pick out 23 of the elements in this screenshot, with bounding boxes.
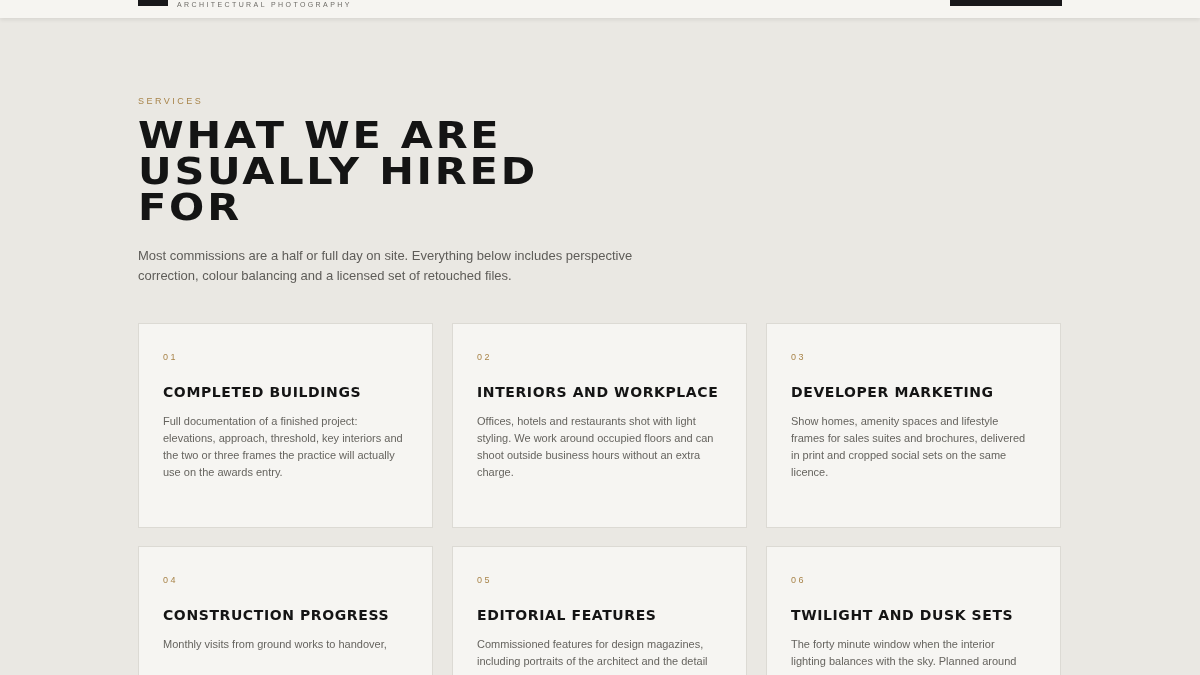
service-title: EDITORIAL FEATURES bbox=[477, 606, 658, 625]
section-intro: Most commissions are a half or full day on site. Everything below includes perspective correction, colour balancing and a licensed set of retouched files. bbox=[138, 247, 634, 285]
service-description: Show homes, amenity spaces and lifestyle frames for sales suites and brochures, delivered in print and cropped social sets on the same licence. bbox=[791, 414, 1027, 480]
service-description: The forty minute window when the interior lighting balances with the sky. Planned around bbox=[791, 637, 1018, 669]
service-number: 02 bbox=[477, 352, 493, 362]
header-button[interactable] bbox=[950, 0, 1062, 6]
service-title: TWILIGHT AND DUSK SETS bbox=[791, 606, 1015, 625]
service-title: INTERIORS AND WORKPLACE bbox=[477, 383, 720, 402]
service-title: COMPLETED BUILDINGS bbox=[163, 383, 363, 402]
logo-mark[interactable] bbox=[138, 0, 168, 6]
section-eyebrow: SERVICES bbox=[138, 96, 205, 106]
service-number: 05 bbox=[477, 575, 493, 585]
service-number: 01 bbox=[163, 352, 179, 362]
service-title: CONSTRUCTION PROGRESS bbox=[163, 606, 391, 625]
service-description: Commissioned features for design magazines, including portraits of the architect and the detail bbox=[477, 637, 709, 669]
service-description: Monthly visits from ground works to handover, bbox=[163, 637, 388, 652]
section-heading: WHAT WE ARE USUALLY HIRED FOR bbox=[138, 118, 539, 226]
service-number: 06 bbox=[791, 575, 807, 585]
service-number: 04 bbox=[163, 575, 179, 585]
service-number: 03 bbox=[791, 352, 807, 362]
service-description: Full documentation of a finished project: elevations, approach, threshold, key interiors and the two or three frames the practice will actually use on the awards entry. bbox=[163, 414, 403, 480]
service-description: Offices, hotels and restaurants shot with light styling. We work around occupied floors and can shoot outside business hours without an extra charge. bbox=[477, 414, 715, 480]
service-title: DEVELOPER MARKETING bbox=[791, 383, 995, 402]
